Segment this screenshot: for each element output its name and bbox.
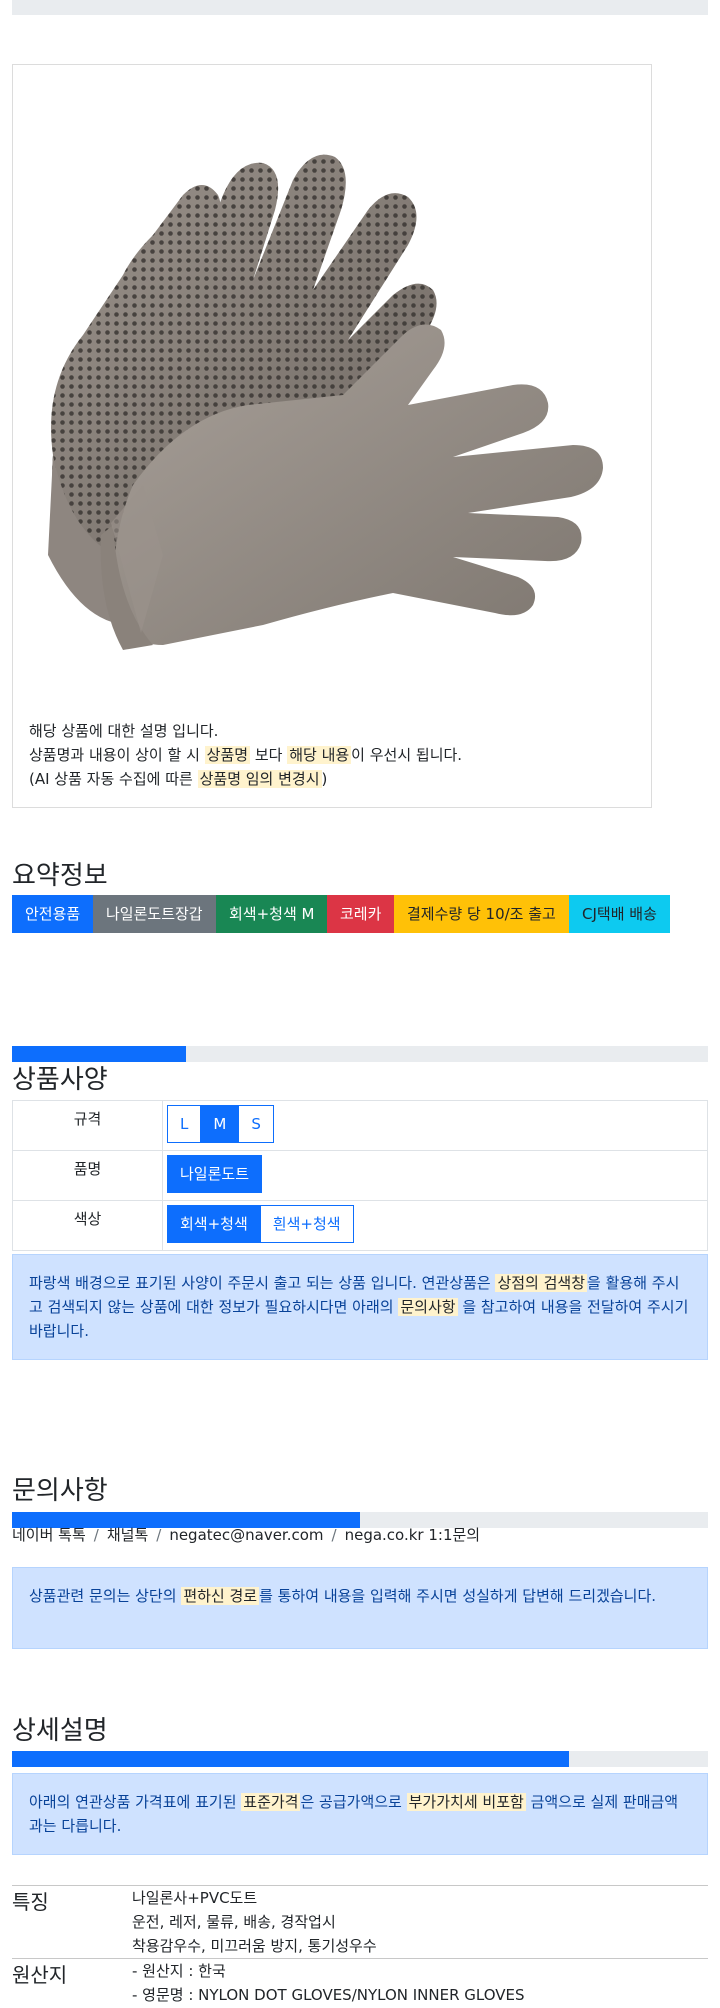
contact-channels: 네이버 톡톡 / 채널톡 / negatec@naver.com / nega.co.kr … bbox=[12, 1524, 480, 1545]
summary-tag: 나일론도트장갑 bbox=[93, 895, 216, 933]
specs-progress bbox=[12, 1046, 708, 1062]
spec-option-button[interactable]: S bbox=[238, 1105, 274, 1143]
spec-option-button[interactable]: L bbox=[167, 1105, 202, 1143]
caption-text: 상품명과 내용이 상이 할 시 bbox=[29, 746, 205, 764]
channel-separator: / bbox=[331, 1526, 337, 1544]
note-text: 파랑색 배경으로 표기된 사양이 주문시 출고 되는 상품 입니다. 연관상품은 bbox=[29, 1274, 496, 1292]
feature-value: 운전, 레저, 물류, 배송, 경작업시 bbox=[132, 1913, 336, 1931]
caption-text: ) bbox=[321, 770, 328, 788]
detail-note: 아래의 연관상품 가격표에 표기된 표준가격 은 공급가액으로 부가가치세 비포함… bbox=[12, 1773, 708, 1855]
inquiry-title: 문의사항 bbox=[12, 1476, 108, 1506]
note-text: 를 통하여 내용을 입력해 주시면 성실하게 답변해 드리겠습니다. bbox=[259, 1587, 657, 1605]
note-text: 아래의 연관상품 가격표에 표기된 bbox=[29, 1793, 242, 1811]
detail-progress bbox=[12, 1751, 708, 1767]
contact-channel-link[interactable]: 채널톡 bbox=[107, 1526, 148, 1544]
caption-text: (AI 상품 자동 수집에 따른 bbox=[29, 770, 198, 788]
contact-channel-link[interactable]: 네이버 톡톡 bbox=[12, 1526, 86, 1544]
specs-title: 상품사양 bbox=[12, 1065, 108, 1095]
note-text: 은 공급가액으로 bbox=[300, 1793, 407, 1811]
highlight: 상품명 bbox=[204, 746, 251, 764]
feature-key: 특징 bbox=[12, 1890, 49, 1914]
highlight: 편하신 경로 bbox=[181, 1587, 260, 1605]
highlight: 상점의 검색창 bbox=[495, 1274, 588, 1292]
inquiry-note: 상품관련 문의는 상단의 편하신 경로 를 통하여 내용을 입력해 주시면 성실하… bbox=[12, 1567, 708, 1649]
summary-tag: 회색+청색 M bbox=[216, 895, 328, 933]
summary-tag: 안전용품 bbox=[12, 895, 94, 933]
gloves-image bbox=[48, 154, 603, 650]
spec-options: 회색+청색 흰색+청색 bbox=[167, 1205, 354, 1243]
channel-separator: / bbox=[156, 1526, 162, 1544]
detail-title: 상세설명 bbox=[12, 1716, 108, 1746]
specs-note: 파랑색 배경으로 표기된 사양이 주문시 출고 되는 상품 입니다. 연관상품은… bbox=[12, 1254, 708, 1360]
spec-options: LMS bbox=[167, 1105, 274, 1143]
spec-option-button[interactable]: M bbox=[200, 1105, 240, 1143]
summary-tag: 결제수량 당 10/조 출고 bbox=[394, 895, 569, 933]
spec-label: 품명 bbox=[13, 1151, 163, 1200]
highlight: 표준가격 bbox=[241, 1793, 301, 1811]
feature-value: - 원산지 : 한국 bbox=[132, 1962, 226, 1980]
contact-channel-link[interactable]: nega.co.kr 1:1문의 bbox=[345, 1526, 481, 1544]
spec-option-button[interactable]: 흰색+청색 bbox=[259, 1205, 354, 1243]
spec-row: 규격 L M S bbox=[12, 1100, 708, 1151]
spec-row: 품명 나일론도트 bbox=[12, 1150, 708, 1201]
feature-value: 나일론사+PVC도트 bbox=[132, 1889, 258, 1907]
note-text: 상품관련 문의는 상단의 bbox=[29, 1587, 182, 1605]
highlight: 해당 내용 bbox=[287, 746, 352, 764]
caption-line-1: 해당 상품에 대한 설명 입니다. bbox=[29, 722, 219, 740]
caption-line-2: 상품명과 내용이 상이 할 시 상품명 보다 해당 내용 이 우선시 됩니다. bbox=[29, 743, 462, 767]
spec-label: 색상 bbox=[13, 1201, 163, 1250]
feature-key: 원산지 bbox=[12, 1963, 68, 1987]
spec-row: 색상 회색+청색 흰색+청색 bbox=[12, 1200, 708, 1251]
caption-text: 보다 bbox=[250, 746, 288, 764]
summary-title: 요약정보 bbox=[12, 861, 108, 891]
caption-line-3: (AI 상품 자동 수집에 따른 상품명 임의 변경시) bbox=[29, 767, 462, 791]
summary-tag: CJ택배 배송 bbox=[569, 895, 670, 933]
caption-text: 이 우선시 됩니다. bbox=[351, 746, 463, 764]
top-bar bbox=[12, 0, 708, 15]
feature-value: 착용감우수, 미끄러움 방지, 통기성우수 bbox=[132, 1937, 377, 1955]
contact-channel-link[interactable]: negatec@naver.com bbox=[169, 1526, 323, 1544]
channel-separator: / bbox=[93, 1526, 99, 1544]
spec-option-button[interactable]: 나일론도트 bbox=[167, 1155, 263, 1193]
summary-tag: 코레카 bbox=[327, 895, 395, 933]
highlight: 부가가치세 비포함 bbox=[406, 1793, 526, 1811]
product-caption: 해당 상품에 대한 설명 입니다. 상품명과 내용이 상이 할 시 상품명 보다… bbox=[29, 719, 462, 791]
highlight: 문의사항 bbox=[398, 1298, 458, 1316]
spec-label: 규격 bbox=[13, 1101, 163, 1150]
spec-options: 나일론도트 bbox=[167, 1155, 263, 1193]
feature-value: - 영문명 : NYLON DOT GLOVES/NYLON INNER GLO… bbox=[132, 1986, 525, 2004]
spec-option-button[interactable]: 회색+청색 bbox=[167, 1205, 261, 1243]
feature-row: 원산지 - 원산지 : 한국 - 영문명 : NYLON DOT GLOVES/NY… bbox=[12, 1958, 708, 2006]
feature-values: - 원산지 : 한국 - 영문명 : NYLON DOT GLOVES/NYLON… bbox=[132, 1959, 525, 2007]
product-image-card: 해당 상품에 대한 설명 입니다. 상품명과 내용이 상이 할 시 상품명 보다… bbox=[12, 64, 652, 808]
feature-row: 특징 나일론사+PVC도트운전, 레저, 물류, 배송, 경작업시착용감우수, 미… bbox=[12, 1885, 708, 1957]
highlight: 상품명 임의 변경시 bbox=[197, 770, 322, 788]
feature-values: 나일론사+PVC도트운전, 레저, 물류, 배송, 경작업시착용감우수, 미끄러… bbox=[132, 1886, 377, 1958]
